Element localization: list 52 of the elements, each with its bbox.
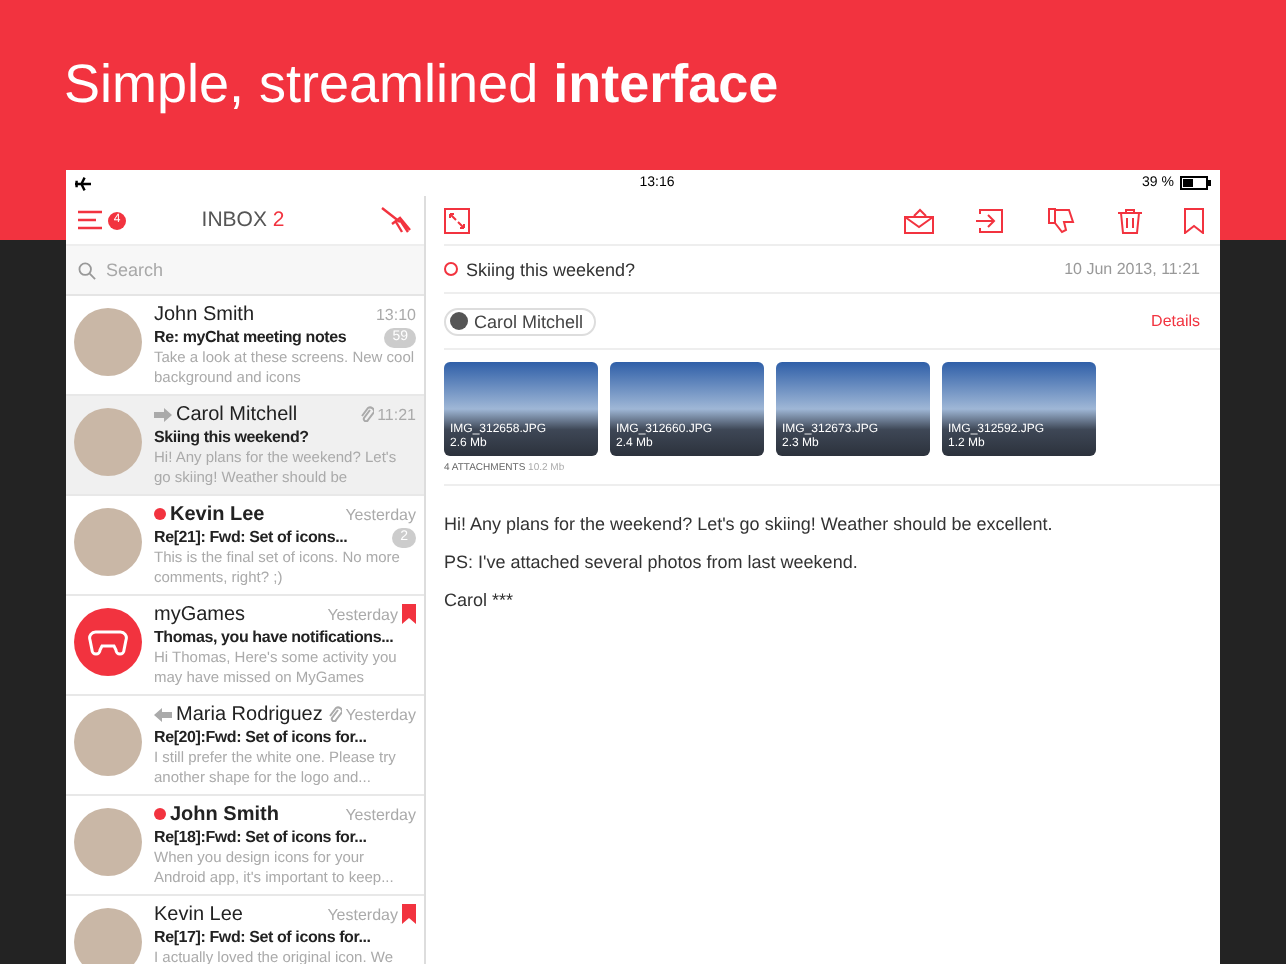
status-ring-icon (444, 262, 458, 276)
message-time: Yesterday (345, 505, 416, 523)
move-to-folder-icon[interactable] (976, 207, 1006, 233)
message-time: 11:21 (377, 405, 416, 423)
details-link[interactable]: Details (1151, 312, 1200, 330)
envelope-icon[interactable] (904, 207, 934, 233)
message-subject: Re[21]: Fwd: Set of icons... (154, 528, 350, 546)
gamepad-avatar-icon (74, 608, 142, 676)
message-subject: Thomas, you have notifications... (154, 628, 396, 646)
sender-name: Kevin Lee (170, 503, 267, 525)
avatar-placeholder (74, 308, 142, 376)
sender-name: John Smith (154, 303, 257, 325)
sender-name: John Smith (170, 803, 281, 825)
bookmark-icon[interactable] (1184, 207, 1204, 233)
search-icon (78, 261, 96, 279)
message-time: Yesterday (327, 905, 398, 923)
message-time: Yesterday (327, 605, 398, 623)
message-time: Yesterday (345, 705, 416, 723)
message-subject: Skiing this weekend? (154, 428, 311, 446)
message-subject: Re[18]:Fwd: Set of icons for... (154, 828, 369, 846)
message-subject: Re[17]: Fwd: Set of icons for... (154, 928, 373, 946)
sender-name: myGames (154, 603, 248, 625)
message-subject: Re[20]:Fwd: Set of icons for... (154, 728, 369, 746)
sender-name: Kevin Lee (154, 903, 245, 925)
message-time: Yesterday (345, 805, 416, 823)
inbox-title: INBOX 2 (199, 208, 287, 232)
sender-chip[interactable]: Carol Mitchell (444, 307, 596, 335)
message-date: 10 Jun 2013, 11:21 (1064, 260, 1200, 278)
avatar-placeholder (74, 508, 142, 576)
avatar-placeholder (74, 408, 142, 476)
message-subject: Re: myChat meeting notes (154, 328, 349, 346)
message-time: 13:10 (375, 305, 416, 323)
avatar-placeholder (74, 808, 142, 876)
expand-icon[interactable] (444, 207, 470, 233)
avatar-placeholder (450, 312, 468, 330)
sender-name: Carol Mitchell (176, 403, 300, 425)
avatar-placeholder (74, 908, 142, 964)
thumbs-down-icon[interactable] (1048, 207, 1076, 233)
trash-icon[interactable] (1118, 207, 1142, 233)
airplane-icon (74, 175, 92, 191)
body-paragraph: PS: I've attached several photos from last weekend. (444, 552, 860, 572)
avatar-placeholder (74, 708, 142, 776)
search-field[interactable]: Search (102, 258, 390, 282)
body-paragraph: Hi! Any plans for the weekend? Let's go skiing! Weather should be excellent. (444, 514, 1055, 534)
battery-icon (1180, 176, 1212, 190)
sender-name: Maria Rodriguez (176, 703, 324, 725)
headline: Simple, streamlined interface (64, 54, 779, 116)
broom-icon[interactable] (380, 206, 412, 234)
menu-icon[interactable] (78, 210, 102, 230)
message-subject: Skiing this weekend? (466, 259, 638, 279)
search-bar[interactable]: Search (66, 246, 424, 296)
body-paragraph: Carol *** (444, 590, 516, 610)
